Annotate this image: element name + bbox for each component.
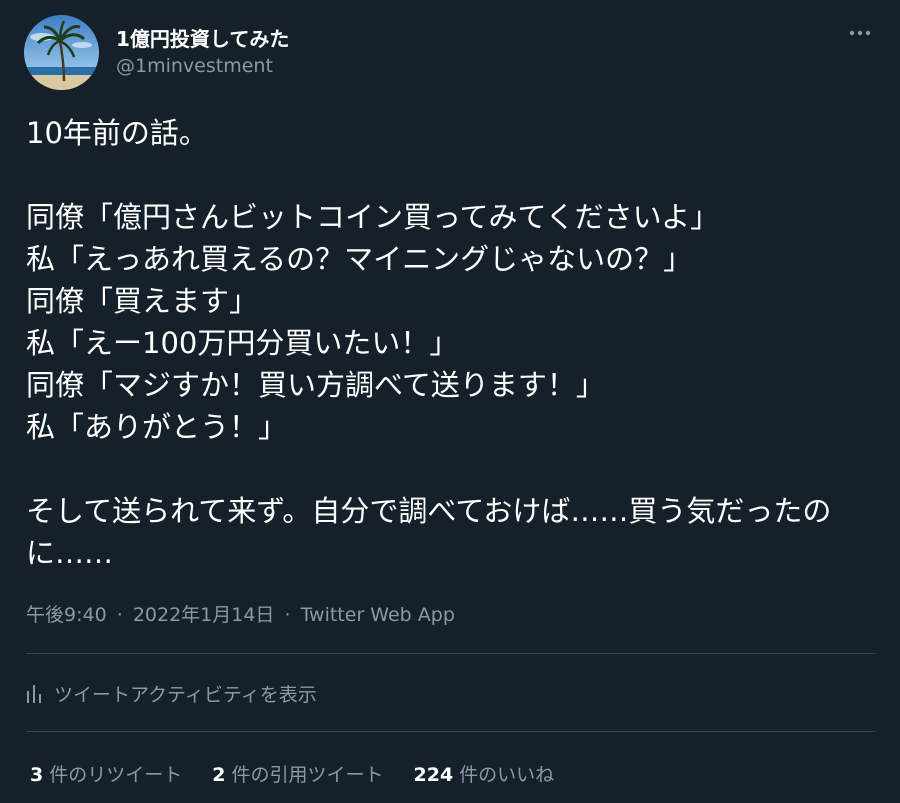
tweet-time[interactable]: 午後9:40: [26, 604, 107, 626]
view-tweet-activity-label: ツイートアクティビティを表示: [54, 683, 317, 706]
like-count-link[interactable]: 224 件のいいね: [414, 760, 555, 787]
tweet-date[interactable]: 2022年1月14日: [133, 604, 275, 626]
more-horizontal-icon: [849, 30, 871, 36]
divider: [26, 653, 876, 654]
author-handle[interactable]: @1minvestment: [116, 55, 273, 77]
quote-count: 2: [212, 763, 226, 786]
quote-count-link[interactable]: 2 件の引用ツイート: [212, 760, 383, 787]
meta-separator: ·: [116, 604, 123, 626]
palm-tree-avatar-icon: [24, 15, 99, 90]
divider: [26, 731, 876, 732]
tweet-source-app[interactable]: Twitter Web App: [301, 604, 455, 626]
quote-label: 件の引用ツイート: [231, 763, 384, 786]
tweet-text: 10年前の話。 同僚「億円さんビットコイン買ってみてくださいよ」 私「えっあれ買…: [26, 116, 832, 570]
analytics-bars-icon: [26, 683, 42, 703]
author-display-name[interactable]: 1億円投資してみた: [116, 23, 289, 52]
more-button[interactable]: [838, 18, 882, 48]
like-count: 224: [413, 763, 454, 786]
tweet-stats: 3 件のリツイート 2 件の引用ツイート 224 件のいいね: [30, 755, 584, 791]
avatar[interactable]: [24, 15, 99, 90]
like-label: 件のいいね: [459, 763, 555, 786]
retweet-count: 3: [30, 763, 44, 786]
retweet-label: 件のリツイート: [49, 763, 183, 786]
meta-separator: ·: [284, 604, 291, 626]
tweet-metadata: 午後9:40 · 2022年1月14日 · Twitter Web App: [26, 600, 455, 627]
view-tweet-activity-link[interactable]: ツイートアクティビティを表示: [26, 676, 317, 710]
retweet-count-link[interactable]: 3 件のリツイート: [30, 760, 182, 787]
tweet-detail: 1億円投資してみた @1minvestment 10年前の話。 同僚「億円さんビ…: [0, 0, 900, 803]
